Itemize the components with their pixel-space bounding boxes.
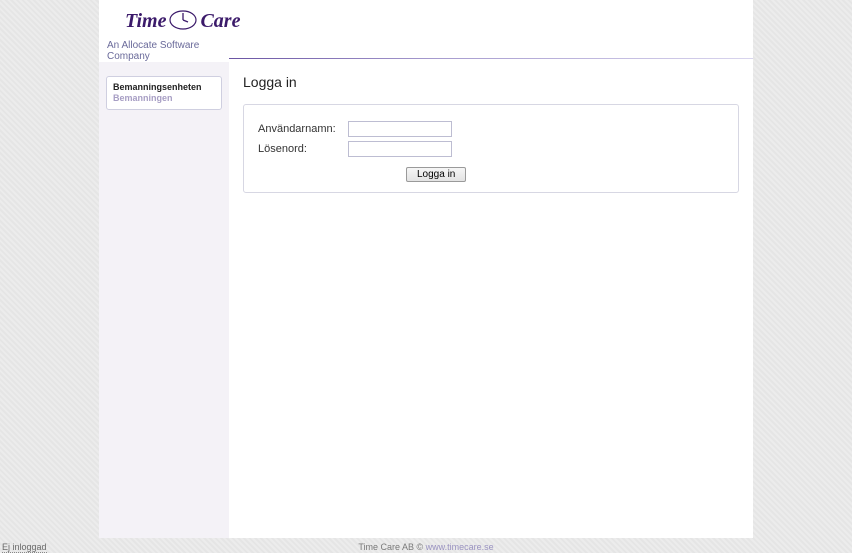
footer-link[interactable]: www.timecare.se (426, 542, 494, 552)
logo-tagline: An Allocate Software Company (107, 40, 229, 62)
username-label: Användarnamn: (258, 123, 348, 135)
sidebar-box-subtitle: Bemanningen (113, 93, 215, 103)
username-input[interactable] (348, 121, 452, 137)
login-form: Användarnamn: Lösenord: Logga in (243, 104, 739, 193)
body: Bemanningsenheten Bemanningen Logga in A… (99, 62, 753, 538)
logo-text-right: Care (200, 10, 240, 33)
status-bar: Ej inloggad Time Care AB © www.timecare.… (0, 539, 852, 553)
logo: Time Care (125, 6, 753, 37)
login-title: Logga in (243, 74, 739, 90)
sidebar: Bemanningsenheten Bemanningen (99, 62, 229, 538)
password-input[interactable] (348, 141, 452, 157)
logo-text-left: Time (125, 10, 166, 33)
header-divider (229, 58, 753, 59)
clock-icon (169, 6, 197, 37)
login-status: Ej inloggad (2, 542, 47, 552)
password-label: Lösenord: (258, 143, 348, 155)
header: Time Care An Allocate Software Company (99, 0, 753, 62)
footer-copyright: Time Care AB © www.timecare.se (358, 542, 493, 552)
sidebar-box-title: Bemanningsenheten (113, 82, 215, 92)
main: Logga in Användarnamn: Lösenord: Logga i… (229, 62, 753, 538)
login-button[interactable]: Logga in (406, 167, 466, 182)
app-container: Time Care An Allocate Software Company (99, 0, 753, 538)
sidebar-box: Bemanningsenheten Bemanningen (106, 76, 222, 110)
